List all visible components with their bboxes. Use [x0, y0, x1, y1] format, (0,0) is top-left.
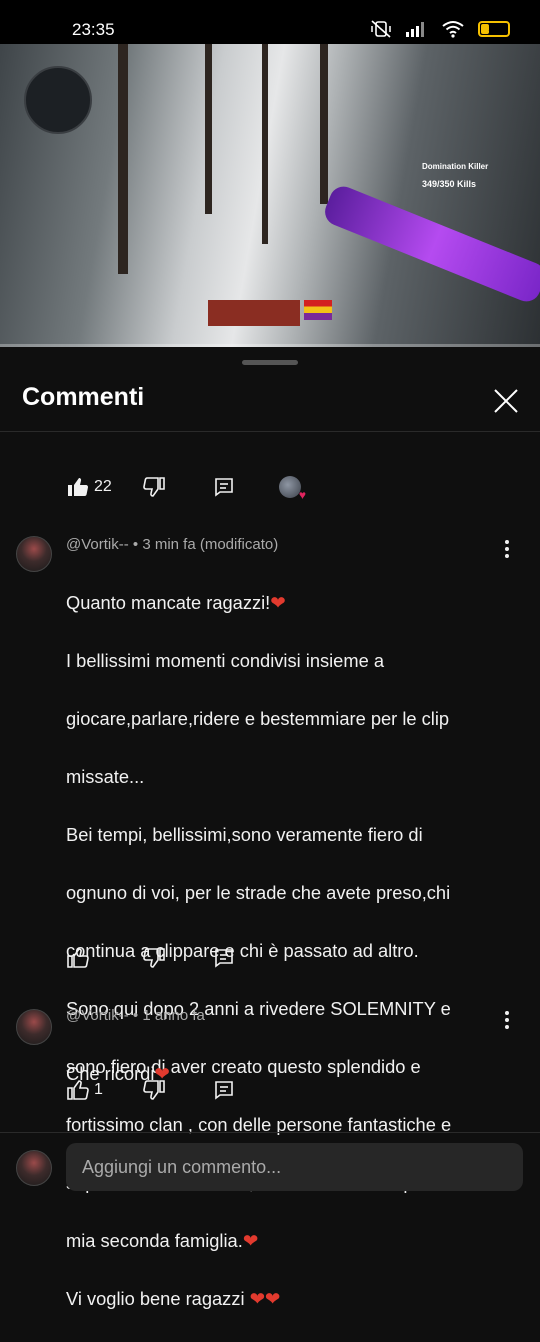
- comment-line: Quanto mancate ragazzi!❤: [66, 592, 286, 613]
- like-count: 22: [94, 478, 112, 495]
- reply-button[interactable]: [212, 1070, 236, 1110]
- drag-handle[interactable]: [242, 360, 298, 365]
- comment-line: giocare,parlare,ridere e bestemmiare per…: [66, 708, 450, 729]
- panel-title: Commenti: [22, 383, 145, 411]
- header-divider: [0, 431, 540, 432]
- comment-line: Bei tempi, bellissimi,sono veramente fie…: [66, 824, 423, 845]
- comment-item: @Vortik-- • 1 anno fa Che ricordi❤ 1: [0, 1007, 540, 1117]
- comment-line: ognuno di voi, per le strade che avete p…: [66, 882, 451, 903]
- comment-line: mia seconda famiglia.❤: [66, 1230, 259, 1251]
- creator-heart-avatar: ♥: [279, 476, 306, 502]
- thumb-down-icon: [143, 477, 165, 497]
- video-scenery: [320, 44, 328, 204]
- battery-icon: 30: [478, 21, 510, 37]
- dislike-button[interactable]: [142, 467, 166, 507]
- hud-title: Domination Killer: [422, 162, 489, 171]
- reply-button[interactable]: [212, 938, 236, 978]
- thumb-up-filled-icon: [68, 478, 89, 497]
- heart-icon: ❤❤: [249, 1288, 281, 1309]
- close-icon[interactable]: [490, 385, 522, 417]
- comments-sheet: Commenti 22 ♥ @Vortik-- • 3 min fa (modi…: [0, 349, 540, 1309]
- comment-meta: • 3 min fa (modificato): [128, 536, 279, 553]
- comment-line: I bellissimi momenti condivisi insieme a: [66, 650, 384, 671]
- game-killfeed-banner: [208, 300, 300, 326]
- heart-icon: ♥: [298, 488, 306, 502]
- game-hud-label: Domination Killer 349/350 Kills: [422, 162, 488, 189]
- comment-header: @Vortik-- • 1 anno fa: [66, 1007, 205, 1024]
- heart-icon: ❤: [242, 1230, 259, 1251]
- parent-comment-actions: 22 ♥: [0, 467, 540, 507]
- avatar[interactable]: [16, 1009, 52, 1045]
- video-scenery: [118, 44, 128, 274]
- signal-icon: [406, 22, 424, 37]
- battery-level: 30: [488, 23, 500, 35]
- reply-icon: [215, 949, 233, 968]
- hud-score: 349/350 Kills: [422, 179, 477, 189]
- like-count: 1: [94, 1081, 103, 1098]
- like-button[interactable]: [66, 938, 90, 978]
- comment-actions: [0, 938, 540, 978]
- comment-author[interactable]: @Vortik--: [66, 1007, 129, 1024]
- comment-input[interactable]: Aggiungi un commento...: [66, 1143, 523, 1191]
- video-scenery: [262, 44, 268, 244]
- comment-author[interactable]: @Vortik--: [66, 536, 129, 553]
- comment-meta: • 1 anno fa: [128, 1007, 205, 1024]
- comment-header: @Vortik-- • 3 min fa (modificato): [66, 536, 278, 553]
- game-minimap: [24, 66, 92, 134]
- thumb-up-icon: [67, 1080, 89, 1100]
- thumb-up-icon: [67, 948, 89, 968]
- avatar[interactable]: [16, 536, 52, 572]
- game-weapon: [320, 182, 540, 306]
- game-flag-emblem: [304, 300, 332, 320]
- thumb-down-icon: [143, 1080, 165, 1100]
- avatar: [16, 1150, 52, 1186]
- reply-button[interactable]: [212, 467, 236, 507]
- reply-icon: [215, 1081, 233, 1100]
- dislike-button[interactable]: [142, 1070, 166, 1110]
- wifi-icon: [442, 21, 464, 38]
- status-bar: 23:35 30: [0, 0, 540, 44]
- status-icons: 30: [370, 19, 510, 39]
- status-time: 23:35: [72, 20, 115, 39]
- like-button[interactable]: 22: [66, 467, 112, 507]
- heart-icon: ❤: [270, 592, 286, 613]
- comment-line: missate...: [66, 766, 145, 787]
- comment-line: Vi voglio bene ragazzi ❤❤: [66, 1288, 281, 1309]
- reply-icon: [215, 478, 233, 497]
- dislike-button[interactable]: [142, 938, 166, 978]
- video-scenery: [205, 44, 212, 214]
- like-button[interactable]: 1: [66, 1070, 103, 1110]
- composer-divider: [0, 1132, 540, 1133]
- video-player[interactable]: Domination Killer 349/350 Kills: [0, 44, 540, 347]
- comment-actions: 1: [0, 1070, 540, 1110]
- mute-vibrate-icon: [371, 20, 391, 38]
- video-progress-bar[interactable]: [0, 344, 540, 347]
- comment-item: @Vortik-- • 3 min fa (modificato) Quanto…: [0, 536, 540, 1309]
- thumb-down-icon: [143, 948, 165, 968]
